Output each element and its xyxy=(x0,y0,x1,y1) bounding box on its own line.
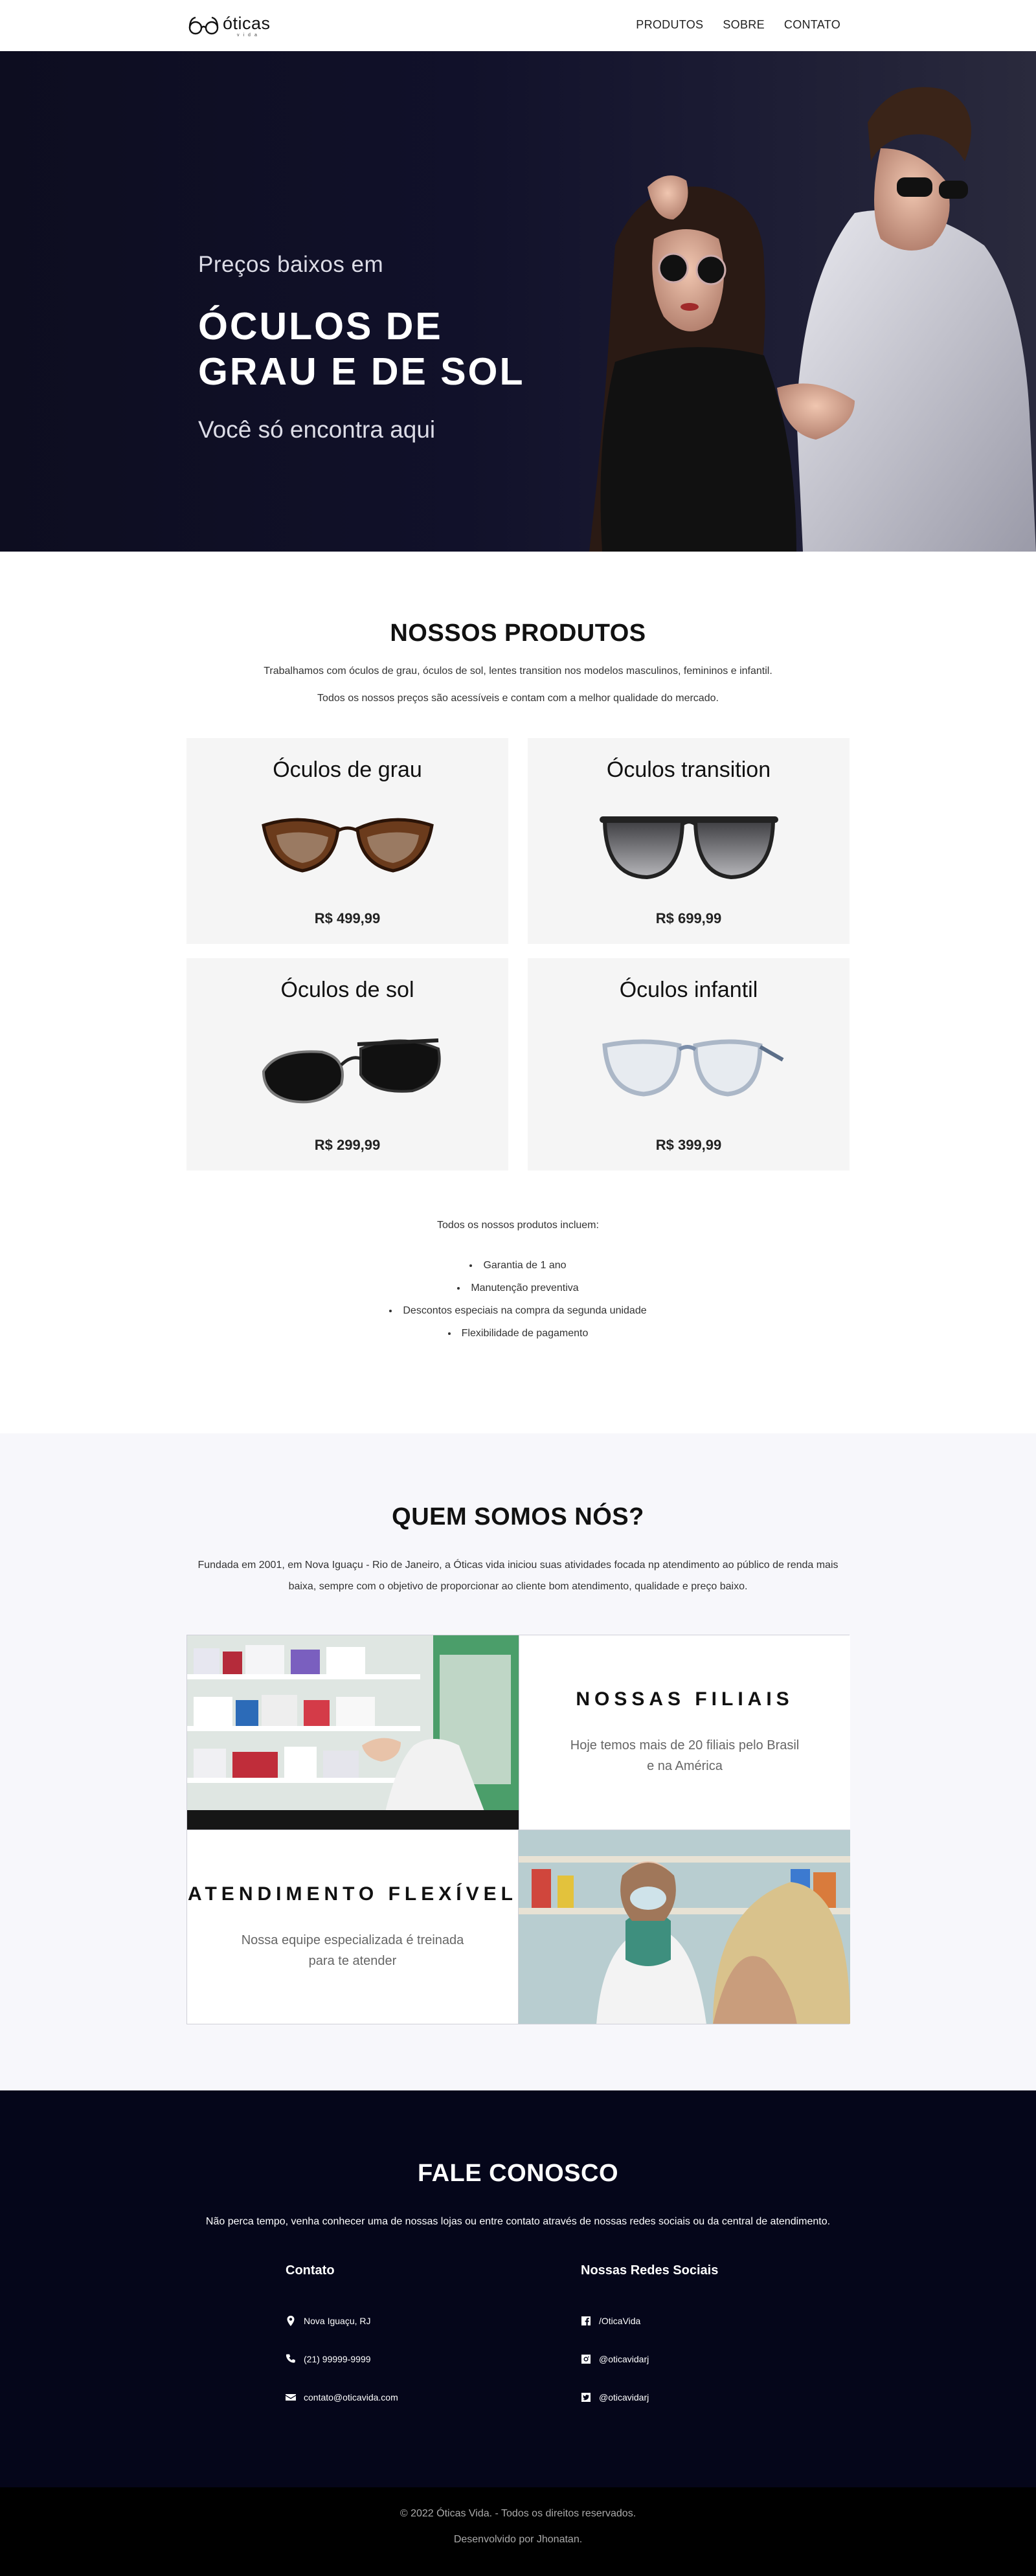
cat-eye-glasses-icon xyxy=(261,818,434,873)
product-card[interactable]: Óculos de grau R$ 499,99 xyxy=(186,738,508,944)
contact-section: FALE CONOSCO Não perca tempo, venha conh… xyxy=(0,2090,1036,2487)
transition-glasses-icon xyxy=(599,816,778,880)
developer-credit: Desenvolvido por Jhonatan. xyxy=(453,2534,583,2545)
contact-columns: Contato Nova Iguaçu, RJ (21) 99999-9999 … xyxy=(186,2263,850,2416)
product-price: R$ 699,99 xyxy=(655,910,722,926)
product-name: Óculos de sol xyxy=(280,978,414,1002)
instagram-icon xyxy=(581,2354,591,2364)
hero-text: Preços baixos em ÓCULOS DE GRAU E DE SOL… xyxy=(198,252,525,443)
site-header: óticas vida PRODUTOS SOBRE CONTATO xyxy=(0,0,1036,51)
facebook-row[interactable]: /OticaVida xyxy=(581,2302,749,2340)
social-title: Nossas Redes Sociais xyxy=(581,2263,719,2278)
product-name: Óculos transition xyxy=(606,757,771,782)
page: óticas vida PRODUTOS SOBRE CONTATO Preço… xyxy=(0,0,1036,2576)
location-pin-icon xyxy=(287,2315,295,2326)
phone-icon xyxy=(286,2354,295,2363)
contact-title: FALE CONOSCO xyxy=(417,2160,619,2187)
list-item: Manutenção preventiva xyxy=(389,1282,646,1294)
hero-title: ÓCULOS DE GRAU E DE SOL xyxy=(198,304,525,394)
contact-info-column: Contato Nova Iguaçu, RJ (21) 99999-9999 … xyxy=(286,2263,454,2416)
products-description: Trabalhamos com óculos de grau, óculos d… xyxy=(264,666,772,677)
list-item: Garantia de 1 ano xyxy=(389,1260,646,1271)
twitter-row[interactable]: @oticavidarj xyxy=(581,2378,749,2416)
phone-text: (21) 99999-9999 xyxy=(304,2353,371,2364)
address-text: Nova Iguaçu, RJ xyxy=(304,2315,371,2326)
hero-pretitle: Preços baixos em xyxy=(198,252,384,277)
main-nav: PRODUTOS SOBRE CONTATO xyxy=(636,18,840,32)
list-item: Flexibilidade de pagamento xyxy=(389,1328,646,1339)
email-text: contato@oticavida.com xyxy=(304,2391,398,2402)
contact-info-title: Contato xyxy=(286,2263,335,2278)
atendimento-title: ATENDIMENTO FLEXÍVEL xyxy=(188,1883,517,1905)
glasses-logo-icon xyxy=(188,16,219,35)
products-title: NOSSOS PRODUTOS xyxy=(390,620,646,647)
twitter-handle: @oticavidarj xyxy=(599,2391,649,2402)
kids-glasses-icon xyxy=(602,1039,783,1097)
list-item: Descontos especiais na compra da segunda… xyxy=(389,1305,646,1317)
copyright-text: © 2022 Óticas Vida. - Todos os direitos … xyxy=(400,2508,636,2519)
hero-couple-image xyxy=(589,87,1036,552)
product-name: Óculos de grau xyxy=(273,757,422,782)
hero-title-line2: GRAU E DE SOL xyxy=(198,350,525,393)
site-footer: © 2022 Óticas Vida. - Todos os direitos … xyxy=(0,2487,1036,2576)
nav-produtos[interactable]: PRODUTOS xyxy=(636,18,703,32)
instagram-handle: @oticavidarj xyxy=(599,2353,649,2364)
product-card[interactable]: Óculos infantil R$ 399,99 xyxy=(528,958,850,1170)
hero-banner: Preços baixos em ÓCULOS DE GRAU E DE SOL… xyxy=(0,51,1036,552)
about-mosaic: NOSSAS FILIAIS Hoje temos mais de 20 fil… xyxy=(186,1635,850,2024)
logo-subtitle: vida xyxy=(237,32,261,38)
nav-sobre[interactable]: SOBRE xyxy=(723,18,765,32)
product-card[interactable]: Óculos transition R$ 699,99 xyxy=(528,738,850,944)
products-section: NOSSOS PRODUTOS Trabalhamos com óculos d… xyxy=(0,552,1036,1350)
atendimento-tile: ATENDIMENTO FLEXÍVEL Nossa equipe especi… xyxy=(187,1830,519,2024)
hero-title-line1: ÓCULOS DE xyxy=(198,305,443,348)
email-row[interactable]: contato@oticavida.com xyxy=(286,2378,454,2416)
product-price: R$ 499,99 xyxy=(314,910,381,926)
includes-list: Garantia de 1 ano Manutenção preventiva … xyxy=(389,1260,646,1350)
atendimento-text: Nossa equipe especializada é treinada pa… xyxy=(241,1932,464,1968)
products-grid: Óculos de grau R$ 499,99 Óculos transiti… xyxy=(186,738,850,1170)
sunglasses-icon xyxy=(262,1038,441,1104)
contact-description: Não perca tempo, venha conhecer uma de n… xyxy=(205,2216,831,2227)
products-description-2: Todos os nossos preços são acessíveis e … xyxy=(317,693,719,704)
includes-title: Todos os nossos produtos incluem: xyxy=(437,1220,599,1231)
about-description: Fundada em 2001, em Nova Iguaçu - Rio de… xyxy=(197,1560,839,1592)
product-price: R$ 399,99 xyxy=(655,1137,722,1153)
logo[interactable]: óticas vida xyxy=(188,13,271,39)
address-row: Nova Iguaçu, RJ xyxy=(286,2302,454,2340)
filiais-title: NOSSAS FILIAIS xyxy=(576,1688,794,1710)
nav-contato[interactable]: CONTATO xyxy=(784,18,840,32)
facebook-icon xyxy=(581,2316,591,2325)
hero-subtitle: Você só encontra aqui xyxy=(198,416,436,443)
social-column: Nossas Redes Sociais /OticaVida @oticavi… xyxy=(581,2263,749,2416)
facebook-handle: /OticaVida xyxy=(599,2315,641,2326)
product-price: R$ 299,99 xyxy=(314,1137,381,1153)
pharmacist-image xyxy=(519,1830,850,2024)
pharmacy-shelf-image xyxy=(187,1635,519,1830)
about-title: QUEM SOMOS NÓS? xyxy=(392,1503,644,1530)
instagram-row[interactable]: @oticavidarj xyxy=(581,2340,749,2378)
phone-row[interactable]: (21) 99999-9999 xyxy=(286,2340,454,2378)
product-name: Óculos infantil xyxy=(619,978,758,1002)
envelope-icon xyxy=(286,2393,296,2401)
filiais-text: Hoje temos mais de 20 filiais pelo Brasi… xyxy=(570,1738,800,1773)
logo-name: óticas xyxy=(223,13,271,33)
product-card[interactable]: Óculos de sol R$ 299,99 xyxy=(186,958,508,1170)
twitter-icon xyxy=(581,2392,591,2402)
filiais-tile: NOSSAS FILIAIS Hoje temos mais de 20 fil… xyxy=(519,1635,850,1830)
about-section: QUEM SOMOS NÓS? Fundada em 2001, em Nova… xyxy=(0,1433,1036,2090)
